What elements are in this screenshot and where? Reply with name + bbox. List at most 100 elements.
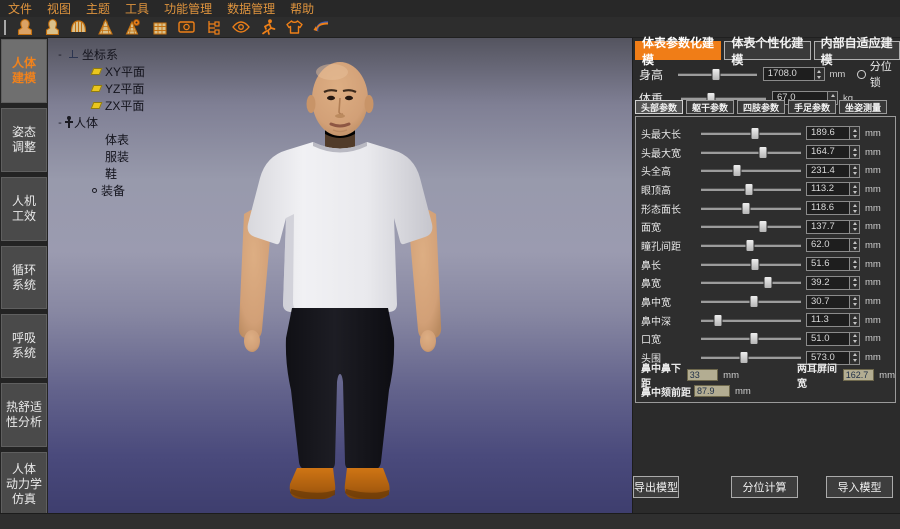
action-button[interactable]: 导入模型 — [826, 476, 893, 498]
menu-item[interactable]: 主题 — [86, 0, 110, 17]
param-value-input[interactable]: 137.7 — [806, 220, 850, 234]
param-category-tab[interactable]: 手足参数 — [788, 100, 836, 114]
param-slider[interactable] — [701, 201, 801, 216]
slider-thumb[interactable] — [759, 220, 768, 233]
sidebar-item[interactable]: 呼吸 系统 — [1, 314, 47, 378]
mode-tab[interactable]: 体表个性化建模 — [724, 41, 810, 60]
display-icon[interactable] — [176, 18, 197, 37]
param-value-input[interactable]: 113.2 — [806, 182, 850, 196]
tree-item[interactable]: - 坐标系 — [56, 46, 145, 63]
slider-thumb[interactable] — [740, 351, 749, 364]
param-value-input[interactable]: 118.6 — [806, 201, 850, 215]
slider-thumb[interactable] — [745, 183, 754, 196]
slider-thumb[interactable] — [746, 239, 755, 252]
mesh-gear-icon[interactable] — [122, 18, 143, 37]
slider-thumb[interactable] — [751, 258, 760, 271]
mesh-garment-icon[interactable] — [95, 18, 116, 37]
slider-track[interactable] — [701, 226, 801, 228]
menu-item[interactable]: 帮助 — [290, 0, 314, 17]
slider-thumb[interactable] — [733, 164, 742, 177]
spin-down-button[interactable] — [850, 302, 859, 308]
running-man-icon[interactable] — [257, 18, 278, 37]
sidebar-item[interactable]: 姿态 调整 — [1, 108, 47, 172]
sidebar-item[interactable]: 人机 工效 — [1, 177, 47, 241]
tree-item[interactable]: 装备 — [56, 182, 145, 199]
undo-arrow-icon[interactable] — [311, 18, 332, 37]
tree-item[interactable]: 鞋 — [56, 165, 145, 182]
slider-track[interactable] — [701, 152, 801, 154]
param-slider[interactable] — [701, 275, 801, 290]
menu-item[interactable]: 视图 — [47, 0, 71, 17]
menu-item[interactable]: 功能管理 — [164, 0, 212, 17]
slider-thumb[interactable] — [714, 314, 723, 327]
param-value-input[interactable]: 51.6 — [806, 257, 850, 271]
slider-thumb[interactable] — [742, 202, 751, 215]
spin-down-button[interactable] — [850, 189, 859, 195]
param-slider[interactable] — [701, 238, 801, 253]
sidebar-item[interactable]: 人体 建模 — [1, 39, 47, 103]
slider-thumb[interactable] — [711, 68, 720, 81]
sidebar-item[interactable]: 人体 动力学 仿真 — [1, 452, 47, 516]
slider-track[interactable] — [701, 282, 801, 284]
param-value-input[interactable]: 11.3 — [806, 313, 850, 327]
wig-icon[interactable] — [68, 18, 89, 37]
menu-item[interactable]: 工具 — [125, 0, 149, 17]
slider-thumb[interactable] — [750, 332, 759, 345]
tree-item[interactable]: YZ平面 — [56, 80, 145, 97]
mannequin-head-icon[interactable] — [41, 18, 62, 37]
quantile-lock-radio[interactable] — [857, 70, 865, 79]
param-value-input[interactable]: 164.7 — [806, 145, 850, 159]
sidebar-item[interactable]: 循环 系统 — [1, 246, 47, 310]
slider-thumb[interactable] — [751, 127, 760, 140]
height-value-input[interactable]: 1708.0 — [763, 67, 815, 81]
param-value-input[interactable]: 30.7 — [806, 295, 850, 309]
param-value-input[interactable]: 51.0 — [806, 332, 850, 346]
slider-track[interactable] — [701, 170, 801, 172]
slider-thumb[interactable] — [759, 146, 768, 159]
param-slider[interactable] — [701, 126, 801, 141]
tree-item[interactable]: - 人体 — [56, 114, 145, 131]
field-input[interactable]: 87.9 — [694, 385, 730, 397]
spin-down-button[interactable] — [850, 320, 859, 326]
slider-track[interactable] — [701, 357, 801, 359]
tree-item[interactable]: 体表 — [56, 131, 145, 148]
tree-expander-icon[interactable]: - — [56, 49, 64, 61]
param-category-tab[interactable]: 头部参数 — [635, 100, 683, 114]
param-slider[interactable] — [701, 331, 801, 346]
spin-down-button[interactable] — [850, 339, 859, 345]
param-category-tab[interactable]: 四肢参数 — [737, 100, 785, 114]
spin-down-button[interactable] — [850, 245, 859, 251]
param-slider[interactable] — [701, 294, 801, 309]
toolbar-grip[interactable] — [4, 20, 6, 35]
tree-item[interactable]: ZX平面 — [56, 97, 145, 114]
mode-tab[interactable]: 体表参数化建模 — [635, 41, 721, 60]
menu-item[interactable]: 数据管理 — [227, 0, 275, 17]
param-slider[interactable] — [701, 313, 801, 328]
slider-thumb[interactable] — [764, 276, 773, 289]
menu-item[interactable]: 文件 — [8, 0, 32, 17]
spin-down-button[interactable] — [850, 227, 859, 233]
mannequin-front-icon[interactable] — [14, 18, 35, 37]
param-slider[interactable] — [701, 257, 801, 272]
spin-down-button[interactable] — [850, 133, 859, 139]
height-slider[interactable] — [678, 67, 757, 82]
tree-expander-icon[interactable]: - — [56, 117, 64, 129]
param-slider[interactable] — [701, 219, 801, 234]
spin-down-button[interactable] — [850, 283, 859, 289]
param-value-input[interactable]: 231.4 — [806, 164, 850, 178]
action-button[interactable]: 分位计算 — [731, 476, 798, 498]
param-value-input[interactable]: 39.2 — [806, 276, 850, 290]
param-category-tab[interactable]: 躯干参数 — [686, 100, 734, 114]
param-slider[interactable] — [701, 145, 801, 160]
param-value-input[interactable]: 62.0 — [806, 238, 850, 252]
param-slider[interactable] — [701, 182, 801, 197]
eye-icon[interactable] — [230, 18, 251, 37]
spin-down-button[interactable] — [850, 264, 859, 270]
action-button[interactable]: 导出模型 — [633, 476, 679, 498]
spin-down-button[interactable] — [850, 208, 859, 214]
slider-track[interactable] — [701, 208, 801, 210]
spin-down-button[interactable] — [815, 74, 823, 80]
tree-item[interactable]: XY平面 — [56, 63, 145, 80]
sidebar-item[interactable]: 热舒适 性分析 — [1, 383, 47, 447]
spin-down-button[interactable] — [850, 152, 859, 158]
